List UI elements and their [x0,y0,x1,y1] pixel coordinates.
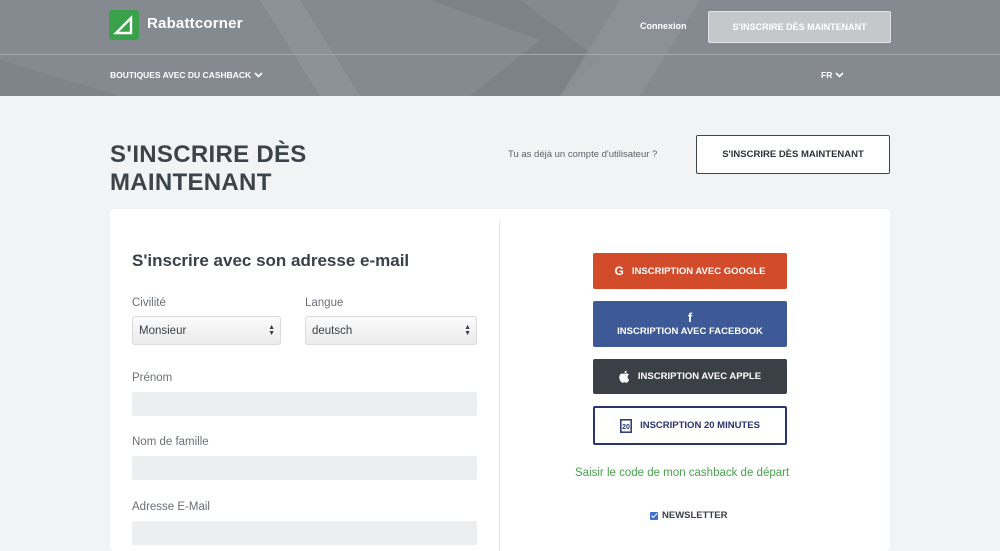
card-divider [499,221,500,551]
civility-value: Monsieur [139,324,187,337]
twenty-minutes-signup-label: INSCRIPTION 20 MINUTES [640,420,760,431]
google-icon: G [614,264,624,278]
apple-signup-label: INSCRIPTION AVEC APPLE [637,371,762,382]
20-minutes-icon: 20 [620,418,633,433]
cashback-code-link[interactable]: Saisir le code de mon cashback de départ [575,467,789,479]
civility-select[interactable]: Monsieur ▲ ▼ [132,316,281,345]
language-label: FR [821,70,833,80]
shops-menu-label: BOUTIQUES AVEC DU CASHBACK [110,70,252,80]
language-value: deutsch [312,324,353,337]
facebook-icon: f [687,309,693,325]
language-label: Langue [305,297,344,309]
civility-label: Civilité [132,297,166,309]
email-label: Adresse E-Mail [132,501,210,513]
last-name-label: Nom de famille [132,436,209,448]
select-arrows-icon: ▲ ▼ [268,324,275,337]
shops-cashback-menu[interactable]: BOUTIQUES AVEC DU CASHBACK [110,70,263,80]
first-name-field[interactable] [132,392,477,416]
header-signup-button[interactable]: S'INSCRIRE DÈS MAINTENANT [708,11,891,43]
newsletter-label: NEWSLETTER [662,510,728,521]
apple-signup-button[interactable]: INSCRIPTION AVEC APPLE [593,359,787,394]
signup-now-button[interactable]: S'INSCRIRE DÈS MAINTENANT [696,135,890,174]
20-minutes-icon-text: 20 [622,424,630,431]
already-account-text: Tu as déjà un compte d'utilisateur ? [508,149,658,160]
facebook-signup-button[interactable]: f INSCRIPTION AVEC FACEBOOK [593,301,787,347]
email-field[interactable] [132,521,477,545]
language-menu[interactable]: FR [821,70,844,80]
first-name-label: Prénom [132,372,173,384]
twenty-minutes-signup-button[interactable]: 20 INSCRIPTION 20 MINUTES [593,406,787,445]
newsletter-checkbox[interactable] [650,511,658,520]
login-link[interactable]: Connexion [640,21,687,31]
site-header: Rabattcorner Connexion S'INSCRIRE DÈS MA… [0,0,1000,96]
newsletter-option[interactable]: NEWSLETTER [650,510,727,521]
last-name-field[interactable] [132,456,477,480]
page-title: S'INSCRIRE DÈS MAINTENANT [110,141,307,196]
header-divider [0,54,1000,55]
google-signup-button[interactable]: G INSCRIPTION AVEC GOOGLE [593,253,787,289]
brand-name[interactable]: Rabattcorner [147,15,243,32]
facebook-signup-label: INSCRIPTION AVEC FACEBOOK [617,325,763,337]
google-signup-label: INSCRIPTION AVEC GOOGLE [631,265,766,277]
rabattcorner-logo-icon[interactable] [109,10,139,40]
email-signup-title: S'inscrire avec son adresse e-mail [132,251,410,270]
chevron-down-icon [254,72,263,78]
apple-icon [619,370,630,383]
select-arrows-icon: ▲ ▼ [464,324,471,337]
chevron-down-icon [835,72,844,78]
language-select[interactable]: deutsch ▲ ▼ [305,316,477,345]
